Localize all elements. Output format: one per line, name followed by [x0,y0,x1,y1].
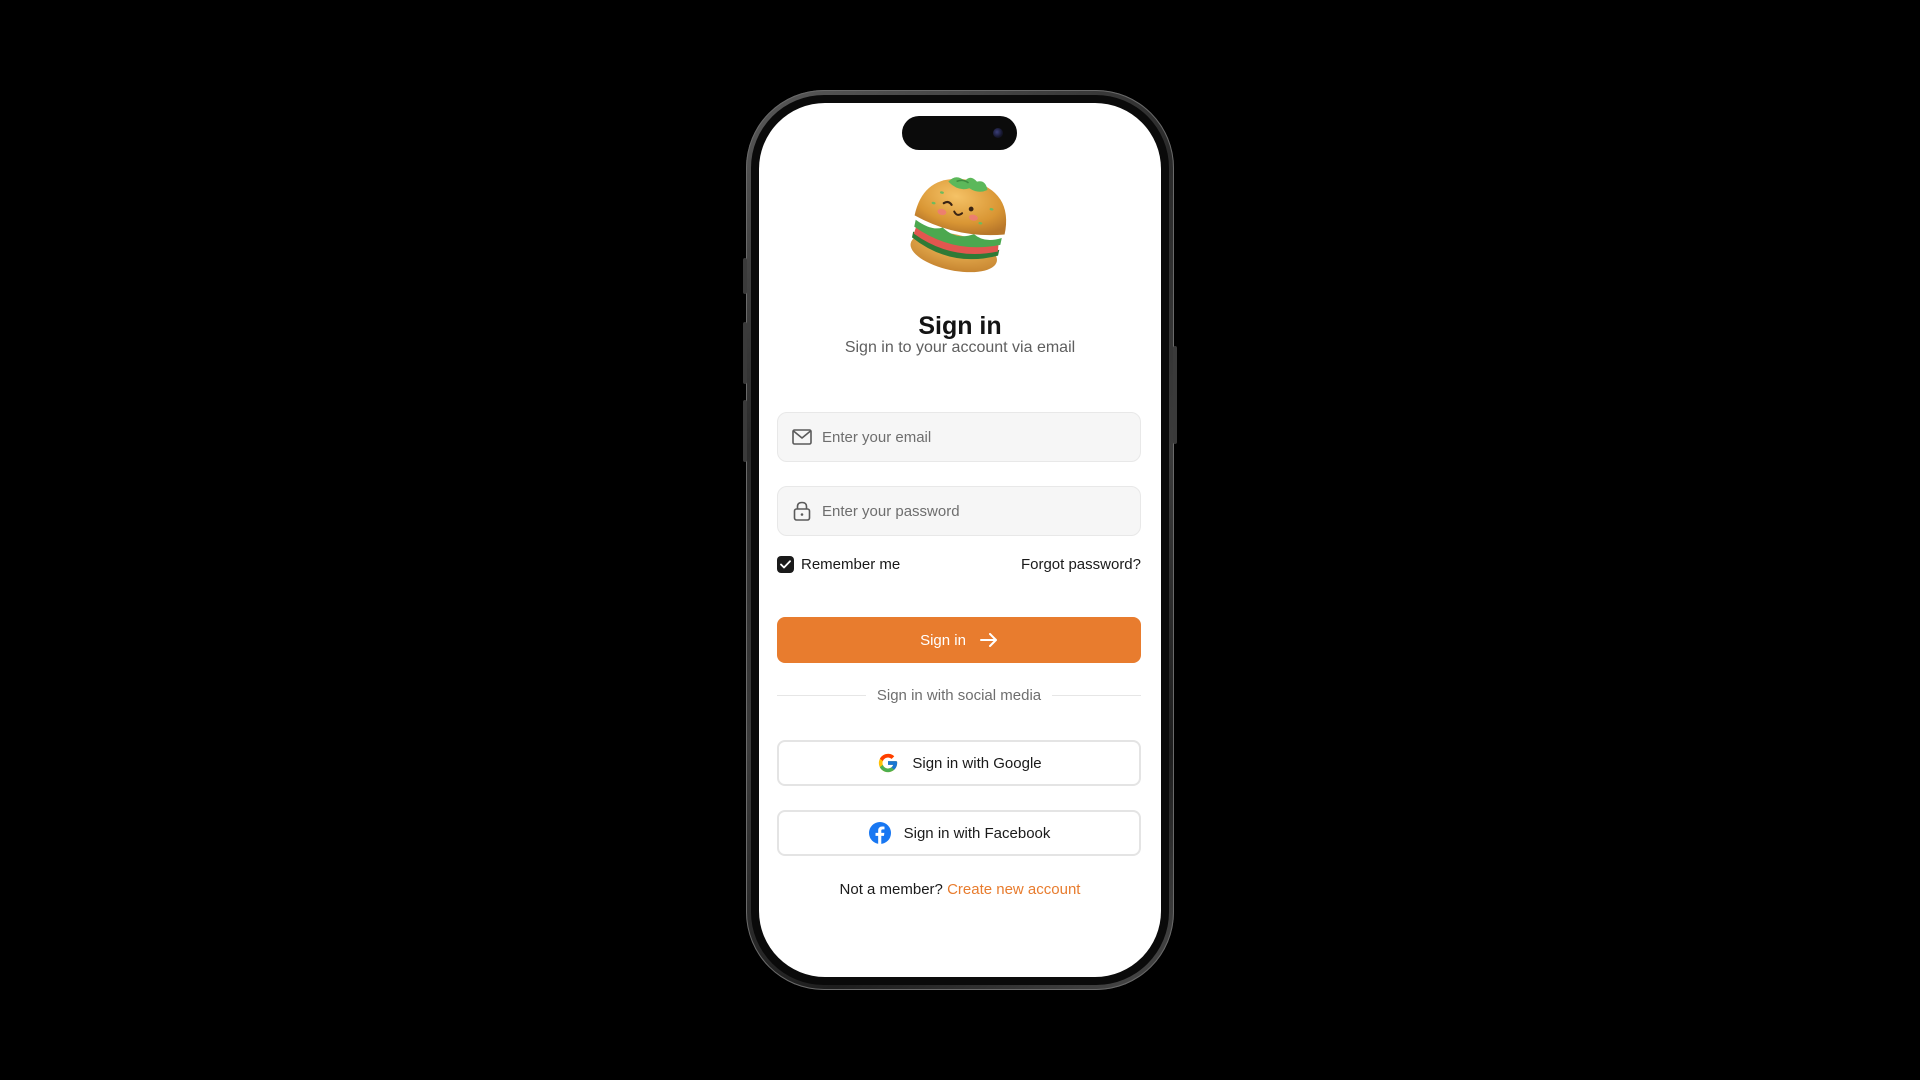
volume-up-button [743,322,747,384]
facebook-sign-in-button[interactable]: Sign in with Facebook [777,810,1141,856]
phone-frame: Sign in Sign in to your account via emai… [743,90,1177,990]
dynamic-island [902,116,1017,150]
social-divider: Sign in with social media [777,684,1141,706]
google-button-label: Sign in with Google [912,754,1042,772]
remember-row: Remember me Forgot password? [777,553,1141,575]
facebook-icon [868,821,892,845]
google-sign-in-button[interactable]: Sign in with Google [777,740,1141,786]
remember-me-checkbox[interactable] [777,555,794,573]
lock-icon [791,500,813,522]
mail-icon [791,426,813,448]
remember-me-toggle[interactable]: Remember me [777,555,901,573]
checkmark-icon [780,559,791,568]
arrow-right-icon [979,633,998,647]
password-input[interactable] [822,502,1122,520]
facebook-button-label: Sign in with Facebook [903,824,1051,842]
camera-icon [993,128,1003,138]
screen: Sign in Sign in to your account via emai… [759,103,1161,977]
google-icon [876,751,900,775]
power-button [1173,346,1177,444]
burger-mascot-logo [900,163,1020,283]
signup-prompt-text: Not a member? [839,881,943,898]
action-button [743,258,747,294]
page-subtitle: Sign in to your account via email [844,339,1076,356]
create-account-link[interactable]: Create new account [947,881,1080,898]
divider-text: Sign in with social media [876,686,1042,704]
forgot-password-link[interactable]: Forgot password? [1021,556,1141,573]
password-field[interactable] [777,486,1141,536]
page-title: Sign in [918,312,1002,340]
volume-down-button [743,400,747,462]
divider-line-left [777,694,866,696]
signup-prompt: Not a member? Create new account [759,881,1161,898]
remember-me-label: Remember me [801,555,901,573]
sign-in-button[interactable]: Sign in [777,617,1141,663]
divider-line-right [1052,694,1141,696]
stage: Sign in Sign in to your account via emai… [0,0,1920,1080]
email-field[interactable] [777,412,1141,462]
email-input[interactable] [822,428,1122,446]
sign-in-button-label: Sign in [920,631,966,649]
